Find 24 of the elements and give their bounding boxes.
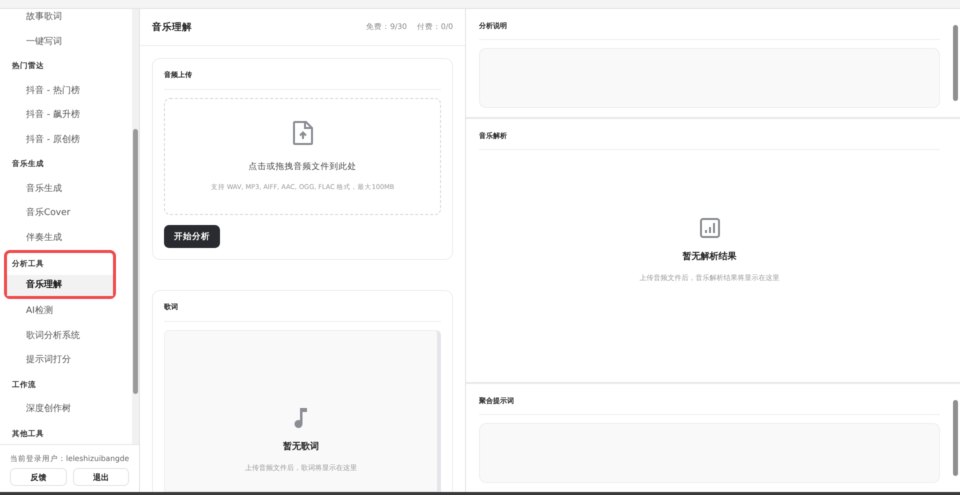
file-upload-icon	[292, 121, 312, 145]
sidebar-item[interactable]: 故事歌词	[0, 5, 132, 30]
bar-chart-icon	[700, 218, 720, 238]
music-note-icon	[294, 406, 308, 428]
start-analysis-button[interactable]: 开始分析	[164, 225, 220, 248]
sidebar-item[interactable]: 提示词打分	[0, 348, 132, 372]
empty-result-title: 暂无解析结果	[682, 250, 736, 262]
sidebar-item[interactable]: 音乐生成	[0, 176, 132, 201]
upload-prompt: 点击或拖拽音频文件到此处	[248, 161, 356, 173]
sidebar-item[interactable]: 音乐Cover	[0, 201, 132, 226]
feedback-button[interactable]: 反馈	[10, 468, 66, 486]
sidebar-item[interactable]: 伴奏生成	[0, 226, 132, 250]
sidebar-item[interactable]: 音乐理解	[7, 274, 113, 296]
page-title: 音乐理解	[152, 20, 192, 34]
sidebar-item[interactable]: 歌词分析系统	[0, 324, 132, 348]
empty-lyrics-title: 暂无歌词	[283, 440, 319, 453]
sidebar-item[interactable]: 抖音 - 热门榜	[0, 78, 132, 103]
sidebar-item[interactable]: 抖音 - 飙升榜	[0, 103, 132, 128]
sidebar-item[interactable]: AI检测	[0, 299, 132, 324]
sidebar-item[interactable]: 深度创作树	[0, 397, 132, 422]
scrollbar[interactable]	[132, 9, 139, 444]
sidebar-item[interactable]: 一键写词	[0, 30, 132, 54]
logout-button[interactable]: 退出	[72, 468, 129, 486]
sidebar-item[interactable]: 抖音 - 原创榜	[0, 128, 132, 152]
